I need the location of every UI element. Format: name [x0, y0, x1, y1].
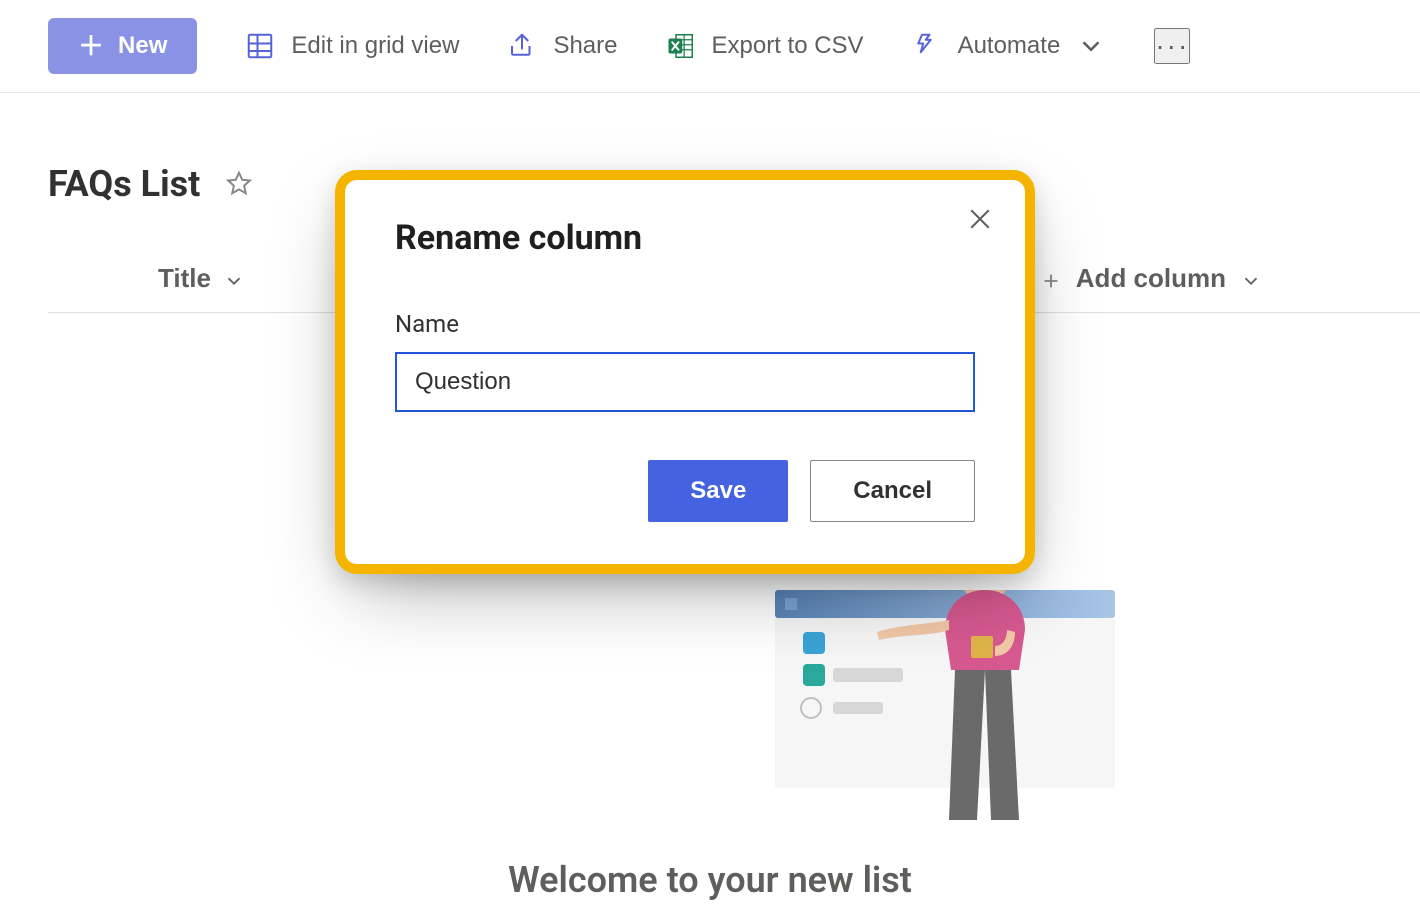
share-button[interactable]: Share	[507, 31, 617, 61]
add-column-label: Add column	[1076, 263, 1226, 294]
welcome-illustration	[775, 590, 1135, 840]
edit-in-grid-view-button[interactable]: Edit in grid view	[245, 31, 459, 61]
overflow-menu-button[interactable]: ···	[1154, 28, 1190, 64]
chevron-down-icon	[223, 268, 245, 290]
automate-icon	[912, 31, 942, 61]
save-button-label: Save	[690, 477, 746, 504]
toolbar: ＋ New Edit in grid view Share	[0, 0, 1420, 93]
chevron-down-icon	[1240, 268, 1262, 290]
chevron-down-icon	[1076, 31, 1106, 61]
share-icon	[507, 31, 537, 61]
add-column-button[interactable]: Add column	[1040, 263, 1372, 294]
excel-icon	[666, 31, 696, 61]
plus-icon	[1040, 268, 1062, 290]
grid-icon	[245, 31, 275, 61]
share-label: Share	[553, 32, 617, 60]
ellipsis-icon: ···	[1155, 30, 1189, 62]
save-button[interactable]: Save	[648, 460, 788, 522]
page-title: FAQs List	[48, 163, 200, 205]
dialog-actions: Save Cancel	[395, 460, 975, 522]
column-title-label: Title	[158, 263, 211, 294]
new-button-label: New	[118, 32, 167, 60]
cancel-button-label: Cancel	[853, 477, 932, 504]
rename-column-dialog: Rename column Name Save Cancel	[335, 170, 1035, 574]
close-icon	[965, 204, 995, 234]
star-icon	[224, 169, 254, 199]
favorite-star-button[interactable]	[224, 169, 254, 199]
new-button[interactable]: ＋ New	[48, 18, 197, 74]
plus-icon: ＋	[78, 33, 104, 59]
edit-in-grid-view-label: Edit in grid view	[291, 32, 459, 60]
name-field-label: Name	[395, 310, 975, 338]
welcome-heading: Welcome to your new list	[508, 859, 912, 901]
cancel-button[interactable]: Cancel	[810, 460, 975, 522]
column-header-title[interactable]: Title	[48, 263, 285, 294]
automate-label: Automate	[958, 32, 1061, 60]
dialog-title: Rename column	[395, 218, 975, 258]
automate-button[interactable]: Automate	[912, 31, 1107, 61]
export-to-csv-button[interactable]: Export to CSV	[666, 31, 864, 61]
export-to-csv-label: Export to CSV	[712, 32, 864, 60]
column-name-input[interactable]	[395, 352, 975, 412]
close-button[interactable]	[965, 204, 995, 234]
